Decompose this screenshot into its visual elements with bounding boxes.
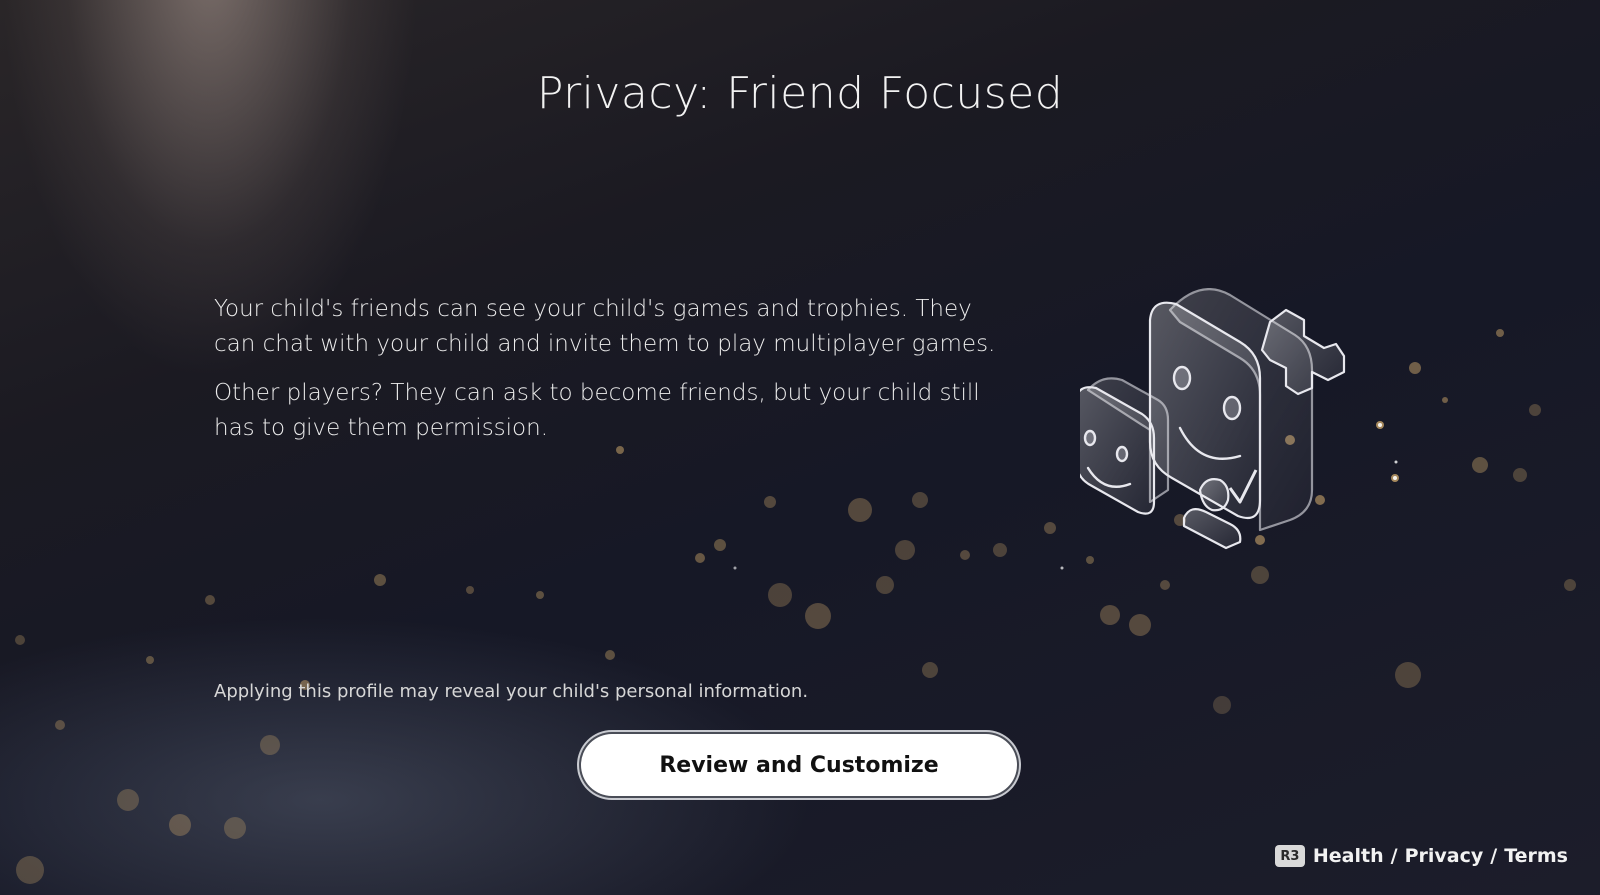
r3-button-icon: R3 [1274,845,1305,867]
description-paragraph-friends: Your child's friends can see your child'… [214,296,996,357]
footer-separator: / [1490,845,1498,867]
privacy-profile-screen: Privacy: Friend Focused Your child's fri… [0,0,1600,895]
description-paragraph-other-players: Other players? They can ask to become fr… [214,380,980,441]
review-and-customize-button[interactable]: Review and Customize [581,734,1017,796]
footer-links[interactable]: R3 Health / Privacy / Terms [1274,845,1568,867]
footer-link-privacy[interactable]: Privacy [1405,845,1484,867]
privacy-disclaimer: Applying this profile may reveal your ch… [214,681,809,702]
footer-link-terms[interactable]: Terms [1504,845,1568,867]
page-title: Privacy: Friend Focused [536,68,1064,119]
footer-link-health[interactable]: Health [1313,845,1384,867]
profile-description: Your child's friends can see your child'… [214,292,1014,460]
footer-separator: / [1390,845,1398,867]
friends-faces-plus-icon [1080,288,1346,550]
